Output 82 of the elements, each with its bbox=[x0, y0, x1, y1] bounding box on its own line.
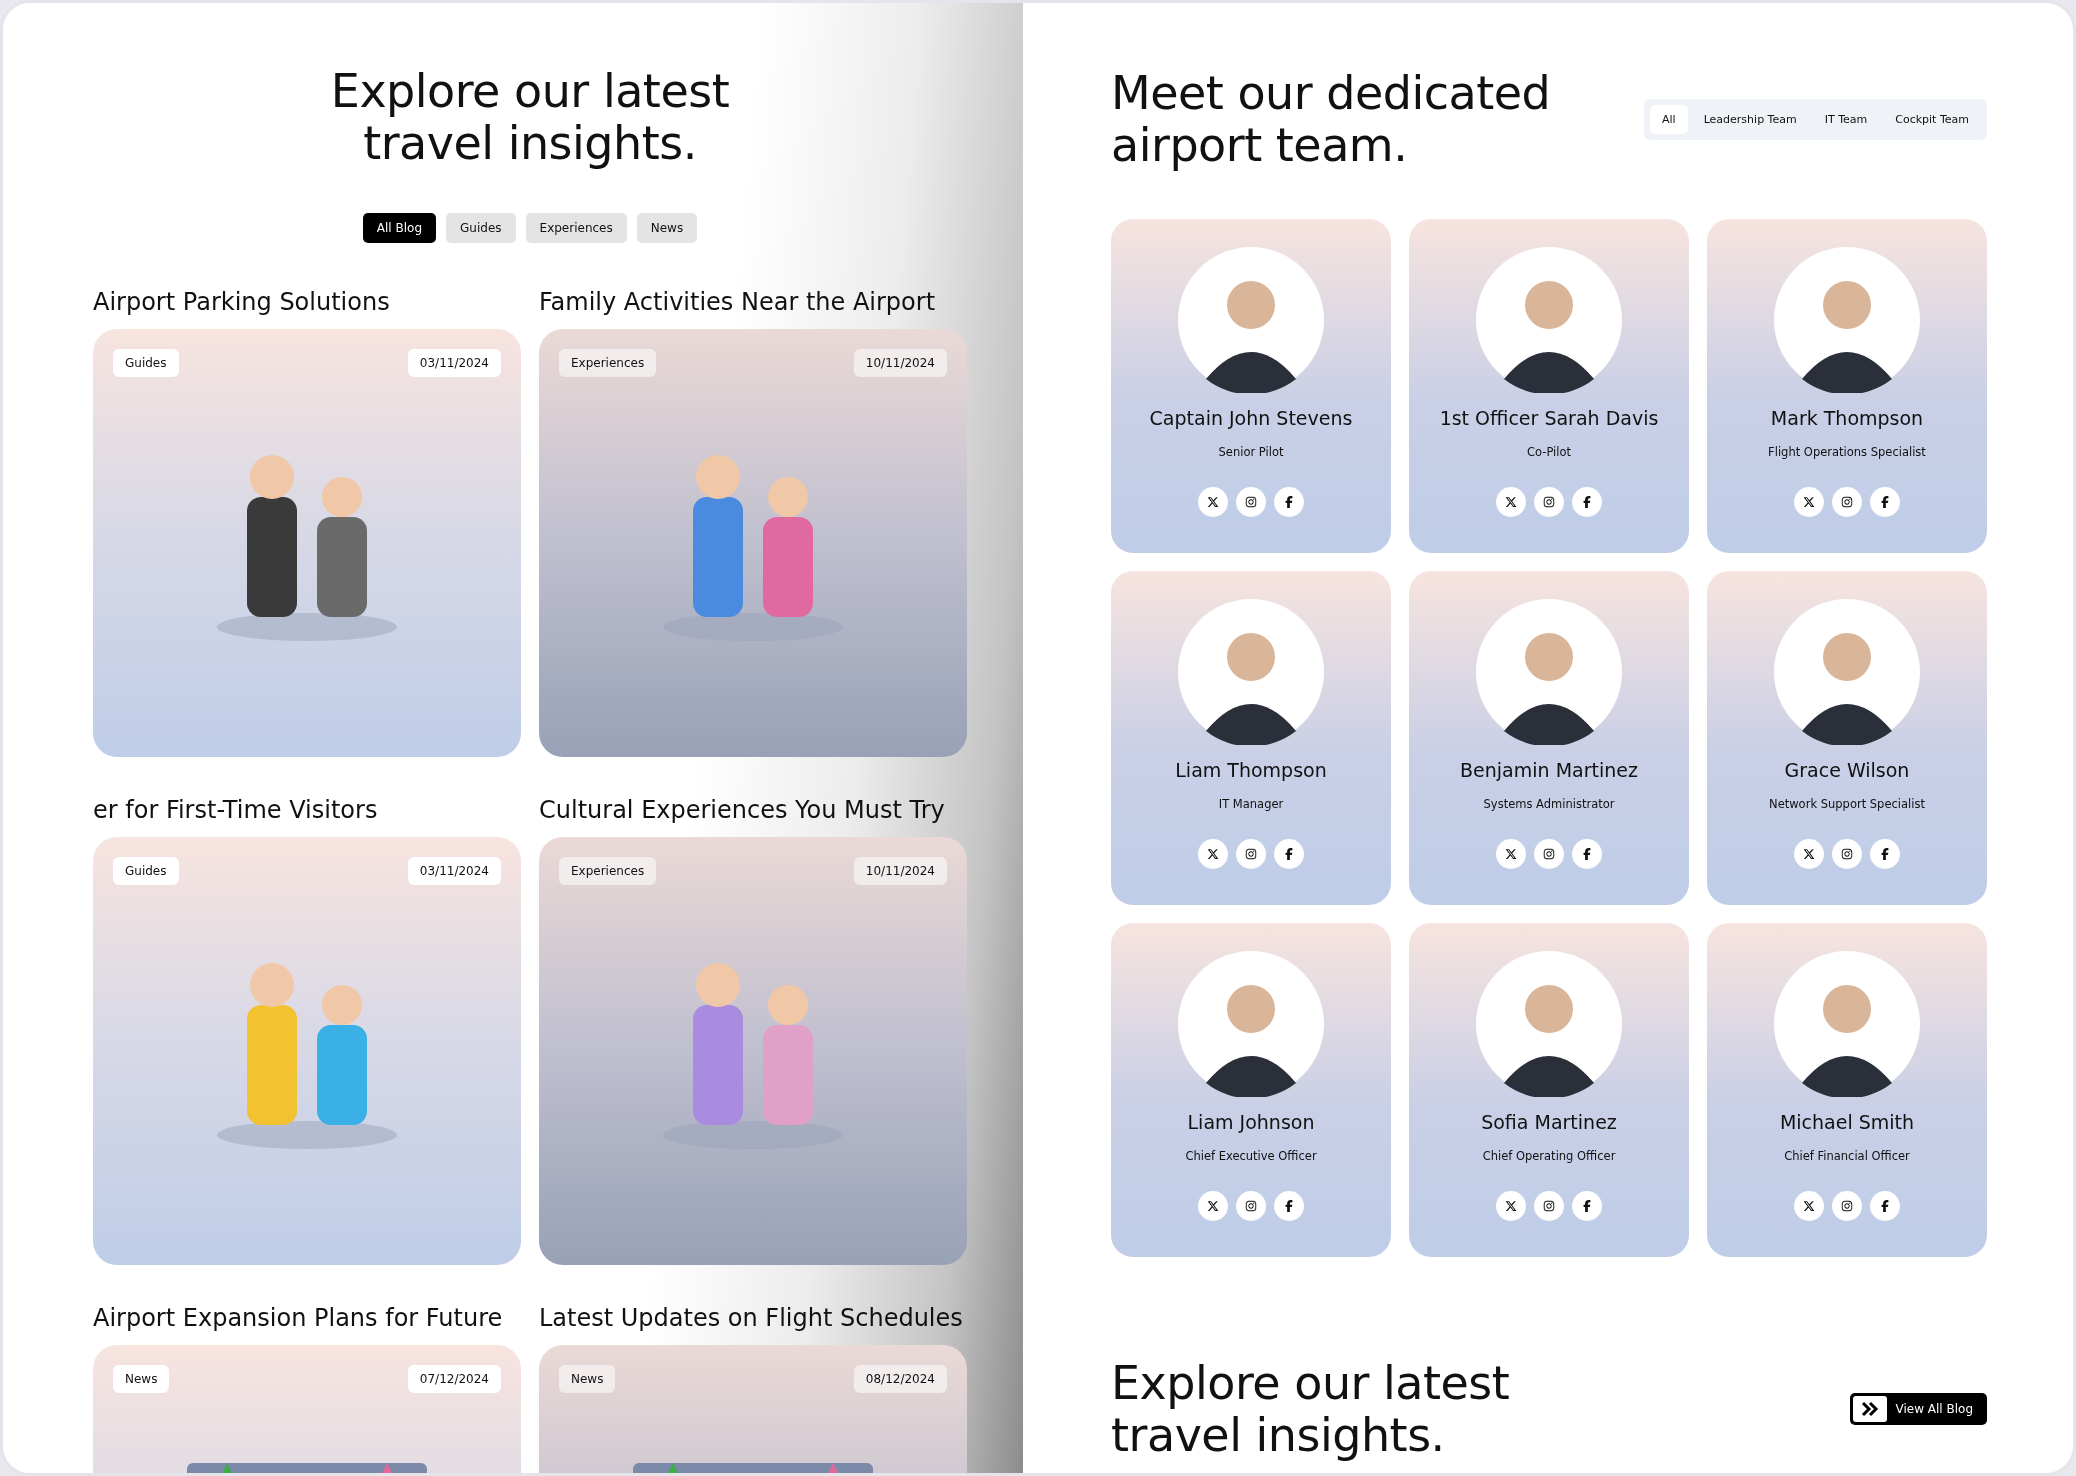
filter-tab[interactable]: IT Team bbox=[1812, 105, 1880, 134]
filter-tab[interactable]: Experiences bbox=[525, 213, 627, 243]
instagram-icon[interactable] bbox=[1534, 1191, 1564, 1221]
member-name: Liam Thompson bbox=[1175, 759, 1327, 781]
filter-tab[interactable]: Guides bbox=[446, 213, 516, 243]
category-tag: News bbox=[559, 1365, 616, 1393]
x-icon[interactable] bbox=[1198, 487, 1228, 517]
section-heading: Explore our latest travel insights. bbox=[329, 65, 731, 169]
instagram-icon[interactable] bbox=[1236, 487, 1266, 517]
member-name: 1st Officer Sarah Davis bbox=[1439, 407, 1659, 429]
member-name: Sofia Martinez bbox=[1481, 1111, 1617, 1133]
post-title[interactable]: Family Activities Near the Airport bbox=[539, 287, 967, 317]
member-name: Grace Wilson bbox=[1784, 759, 1910, 781]
post-date: 07/12/2024 bbox=[407, 1365, 501, 1393]
post-card[interactable]: Guides 03/11/2024 bbox=[93, 837, 521, 1265]
post-title[interactable]: Cultural Experiences You Must Try bbox=[539, 795, 967, 825]
post-card[interactable]: Experiences 10/11/2024 bbox=[539, 837, 967, 1265]
post-card[interactable]: News 07/12/2024 bbox=[93, 1345, 521, 1473]
view-all-button[interactable]: View All Blog bbox=[1850, 1393, 1987, 1425]
member-role: Co-Pilot bbox=[1526, 445, 1571, 459]
member-role: Senior Pilot bbox=[1218, 445, 1284, 459]
facebook-icon[interactable] bbox=[1572, 487, 1602, 517]
facebook-icon[interactable] bbox=[1572, 839, 1602, 869]
instagram-icon[interactable] bbox=[1832, 1191, 1862, 1221]
member-role: Flight Operations Specialist bbox=[1768, 445, 1926, 459]
member-role: IT Manager bbox=[1218, 797, 1284, 811]
x-icon[interactable] bbox=[1794, 839, 1824, 869]
member-name: Captain John Stevens bbox=[1149, 407, 1353, 429]
category-tag: Experiences bbox=[559, 857, 657, 885]
x-icon[interactable] bbox=[1496, 1191, 1526, 1221]
post-date: 03/11/2024 bbox=[407, 857, 501, 885]
facebook-icon[interactable] bbox=[1572, 1191, 1602, 1221]
filter-tab[interactable]: Cockpit Team bbox=[1883, 105, 1981, 134]
facebook-icon[interactable] bbox=[1274, 1191, 1304, 1221]
double-chevron-icon bbox=[1853, 1396, 1888, 1422]
member-role: Systems Administrator bbox=[1483, 797, 1615, 811]
member-role: Chief Executive Officer bbox=[1185, 1149, 1317, 1163]
post-card[interactable]: Guides 03/11/2024 bbox=[93, 329, 521, 757]
x-icon[interactable] bbox=[1198, 839, 1228, 869]
post-date: 10/11/2024 bbox=[853, 349, 947, 377]
post-card[interactable]: Experiences 10/11/2024 bbox=[539, 329, 967, 757]
member-role: Chief Financial Officer bbox=[1784, 1149, 1910, 1163]
post-title[interactable]: Latest Updates on Flight Schedules bbox=[539, 1303, 967, 1333]
post-title[interactable]: Airport Expansion Plans for Future bbox=[93, 1303, 521, 1333]
instagram-icon[interactable] bbox=[1534, 487, 1564, 517]
facebook-icon[interactable] bbox=[1870, 487, 1900, 517]
filter-tab[interactable]: All bbox=[1650, 105, 1688, 134]
x-icon[interactable] bbox=[1794, 1191, 1824, 1221]
filter-tab[interactable]: All Blog bbox=[362, 213, 437, 243]
x-icon[interactable] bbox=[1496, 487, 1526, 517]
x-icon[interactable] bbox=[1794, 487, 1824, 517]
member-name: Benjamin Martinez bbox=[1460, 759, 1638, 781]
filter-tab[interactable]: News bbox=[636, 213, 698, 243]
filter-tab[interactable]: Leadership Team bbox=[1691, 105, 1809, 134]
section-heading: Explore our latest travel insights. bbox=[1111, 1357, 1511, 1461]
post-date: 10/11/2024 bbox=[853, 857, 947, 885]
member-name: Mark Thompson bbox=[1770, 407, 1924, 429]
post-title[interactable]: er for First-Time Visitors bbox=[93, 795, 521, 825]
instagram-icon[interactable] bbox=[1832, 487, 1862, 517]
instagram-icon[interactable] bbox=[1236, 839, 1266, 869]
instagram-icon[interactable] bbox=[1534, 839, 1564, 869]
member-role: Chief Operating Officer bbox=[1482, 1149, 1616, 1163]
section-heading: Meet our dedicated airport team. bbox=[1111, 67, 1552, 171]
category-tag: Experiences bbox=[559, 349, 657, 377]
instagram-icon[interactable] bbox=[1832, 839, 1862, 869]
instagram-icon[interactable] bbox=[1236, 1191, 1266, 1221]
category-tag: Guides bbox=[113, 349, 179, 377]
facebook-icon[interactable] bbox=[1870, 1191, 1900, 1221]
facebook-icon[interactable] bbox=[1274, 487, 1304, 517]
x-icon[interactable] bbox=[1198, 1191, 1228, 1221]
member-name: Liam Johnson bbox=[1187, 1111, 1315, 1133]
facebook-icon[interactable] bbox=[1870, 839, 1900, 869]
facebook-icon[interactable] bbox=[1274, 839, 1304, 869]
category-tag: Guides bbox=[113, 857, 179, 885]
post-date: 03/11/2024 bbox=[407, 349, 501, 377]
member-role: Network Support Specialist bbox=[1769, 797, 1925, 811]
post-card[interactable]: News 08/12/2024 bbox=[539, 1345, 967, 1473]
category-tag: News bbox=[113, 1365, 170, 1393]
post-title[interactable]: Airport Parking Solutions bbox=[93, 287, 521, 317]
member-name: Michael Smith bbox=[1779, 1111, 1915, 1133]
x-icon[interactable] bbox=[1496, 839, 1526, 869]
post-date: 08/12/2024 bbox=[853, 1365, 947, 1393]
